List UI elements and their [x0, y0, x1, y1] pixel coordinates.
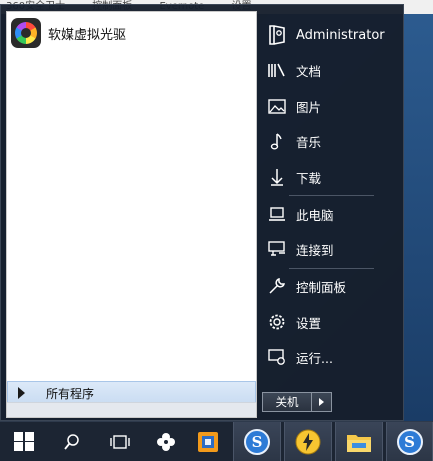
right-item-pictures[interactable]: 图片 — [259, 91, 399, 121]
right-item-label: 图片 — [296, 99, 322, 115]
taskbar: S S — [0, 421, 433, 461]
right-item-label: 音乐 — [296, 134, 322, 150]
control-panel-icon — [266, 275, 288, 297]
pinned-item-virtual-drive[interactable]: 软媒虚拟光驱 — [8, 15, 255, 51]
search-area[interactable] — [7, 402, 256, 417]
right-item-music[interactable]: 音乐 — [259, 126, 399, 156]
vbox-icon — [198, 431, 218, 452]
connect-icon — [266, 238, 288, 260]
triangle-right-icon — [18, 387, 25, 399]
shutdown-group: 关机 — [262, 392, 332, 412]
right-item-run[interactable]: 运行... — [259, 342, 399, 372]
download-icon — [266, 166, 288, 188]
search-icon — [64, 433, 79, 450]
run-icon — [266, 346, 288, 368]
start-menu-left-pane: 软媒虚拟光驱 所有程序 — [6, 11, 257, 418]
right-item-label: 下载 — [296, 170, 322, 186]
windows-logo-icon — [14, 431, 34, 452]
sogou-app-1[interactable]: S — [233, 422, 281, 461]
pictures-icon — [266, 95, 288, 117]
start-menu: 软媒虚拟光驱 所有程序 Administrator 文档 图片 音乐 下载 此电… — [0, 4, 404, 421]
right-item-label: 设置 — [296, 315, 322, 331]
documents-icon — [266, 59, 288, 81]
right-item-user[interactable]: Administrator — [259, 20, 399, 50]
all-programs-label: 所有程序 — [46, 386, 95, 401]
right-item-downloads[interactable]: 下载 — [259, 162, 399, 192]
right-item-documents[interactable]: 文档 — [259, 55, 399, 85]
folder-icon — [347, 434, 371, 452]
start-menu-right-pane: Administrator 文档 图片 音乐 下载 此电脑 连接到 控制面板 设… — [259, 11, 403, 418]
sogou-s-icon: S — [396, 428, 423, 455]
file-explorer[interactable] — [335, 422, 383, 461]
lightning-icon — [295, 429, 321, 454]
right-item-label: Administrator — [296, 27, 385, 43]
start-button[interactable] — [0, 422, 48, 461]
shutdown-options-button[interactable] — [312, 392, 332, 412]
user-icon — [266, 24, 288, 46]
settings-gear-icon — [266, 311, 288, 333]
right-item-label: 运行... — [296, 350, 333, 366]
music-icon — [266, 130, 288, 152]
right-item-control-panel[interactable]: 控制面板 — [259, 271, 399, 301]
right-item-this-pc[interactable]: 此电脑 — [259, 199, 399, 229]
task-view-icon — [110, 434, 130, 449]
right-item-label: 此电脑 — [296, 207, 334, 223]
fan-app[interactable] — [144, 422, 188, 461]
triangle-right-icon — [319, 398, 324, 406]
right-item-label: 连接到 — [296, 242, 334, 258]
virtualbox-app[interactable] — [188, 422, 228, 461]
computer-icon — [266, 203, 288, 225]
sogou-s-icon: S — [244, 428, 270, 455]
task-view-button[interactable] — [98, 422, 142, 461]
right-item-label: 控制面板 — [296, 279, 347, 295]
pinwheel-icon — [157, 432, 175, 451]
divider — [289, 195, 374, 196]
search-button[interactable] — [50, 422, 94, 461]
shutdown-button[interactable]: 关机 — [262, 392, 312, 412]
desktop-background — [403, 14, 433, 421]
lightning-app[interactable] — [284, 422, 332, 461]
divider — [289, 268, 374, 269]
right-item-settings[interactable]: 设置 — [259, 307, 399, 337]
pinned-item-label: 软媒虚拟光驱 — [48, 27, 127, 43]
right-item-connect-to[interactable]: 连接到 — [259, 234, 399, 264]
color-ring-icon — [11, 18, 41, 48]
sogou-app-2[interactable]: S — [386, 422, 433, 461]
right-item-label: 文档 — [296, 63, 322, 79]
